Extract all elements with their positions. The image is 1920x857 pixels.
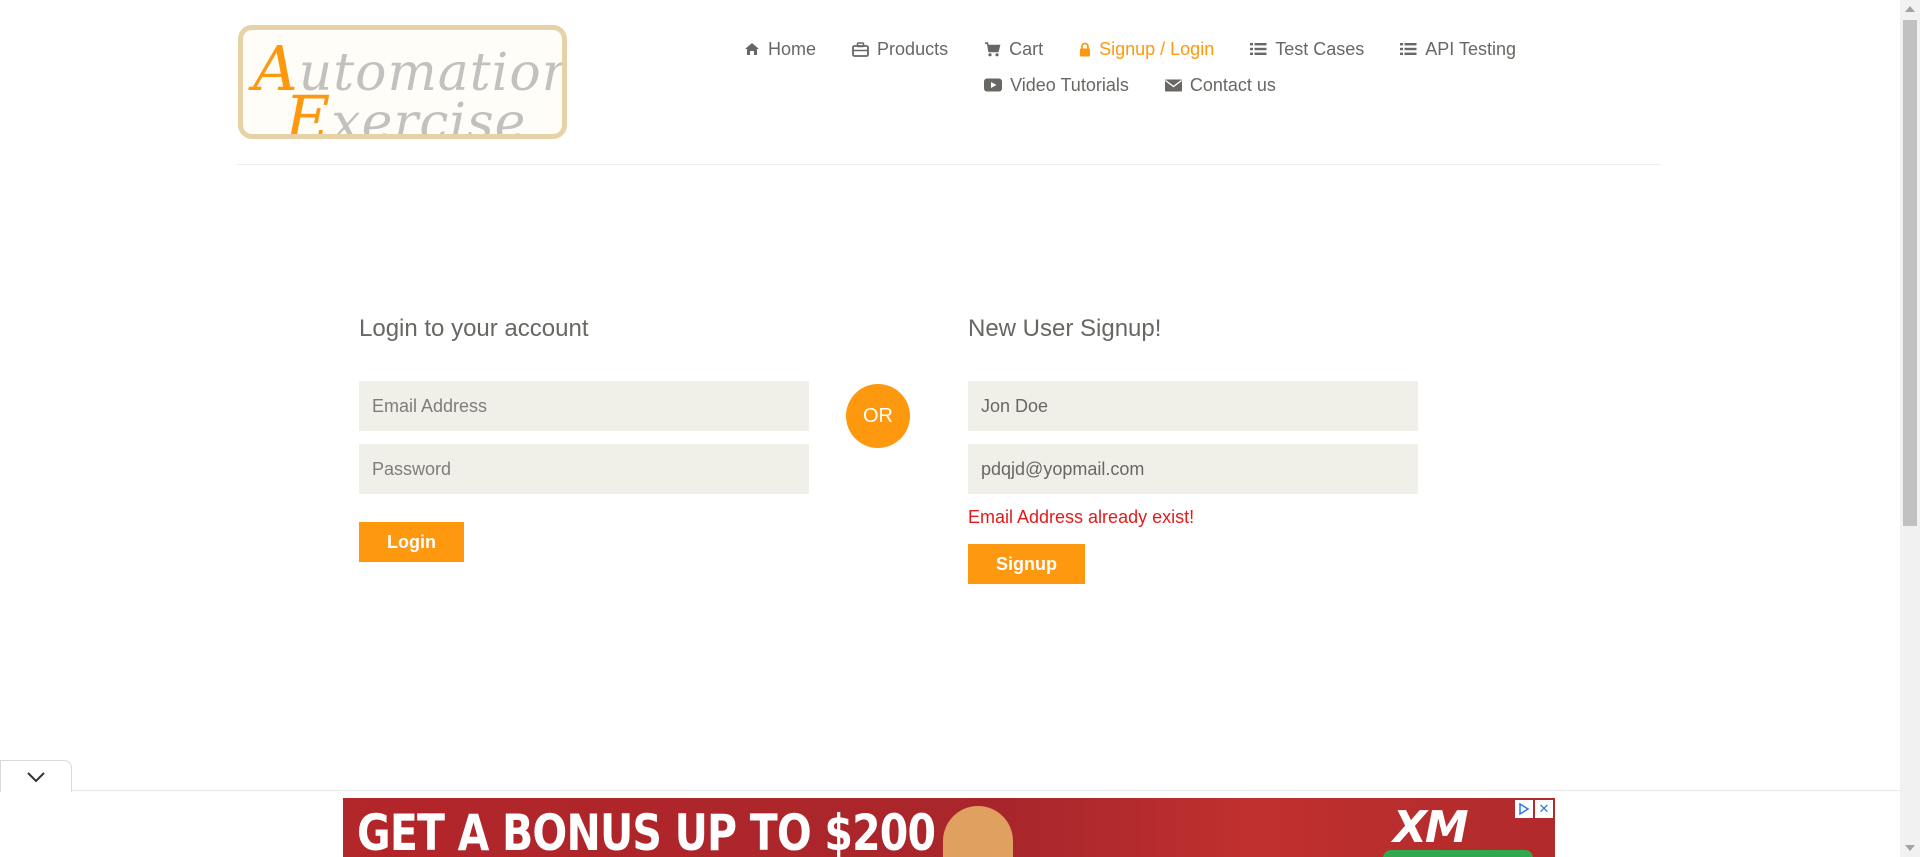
ad-controls: ✕ [1515, 800, 1553, 818]
login-button[interactable]: Login [359, 522, 464, 562]
list-icon [1250, 43, 1267, 55]
login-email-input[interactable]: Email Address [359, 381, 809, 431]
scroll-down-arrow-icon[interactable] [1905, 845, 1915, 851]
nav-label: Products [877, 38, 949, 59]
ad-banner[interactable]: GET A BONUS UP TO $200 XM ✕ [343, 798, 1555, 857]
login-form-title: Login to your account [359, 315, 589, 342]
header-divider [237, 164, 1661, 165]
nav-item-video-tutorials[interactable]: Video Tutorials [966, 73, 1147, 97]
signup-error-message: Email Address already exist! [968, 507, 1195, 527]
nav-row-2: Video Tutorials Contact us [740, 73, 1520, 97]
nav-label: Cart [1009, 38, 1044, 59]
ad-brand-logo: XM [1393, 802, 1469, 853]
nav-label: Test Cases [1275, 38, 1365, 59]
page-scrollbar[interactable] [1900, 0, 1920, 857]
ad-person-image [943, 806, 1013, 857]
signup-email-input[interactable]: pdqjd@yopmail.com [968, 444, 1418, 494]
scroll-up-arrow-icon[interactable] [1905, 6, 1915, 12]
logo-line-2: Exercise [285, 82, 527, 139]
nav-label: Home [768, 38, 817, 59]
nav-item-test-cases[interactable]: Test Cases [1232, 37, 1382, 61]
nav-label: API Testing [1425, 38, 1516, 59]
list-icon [1400, 43, 1417, 55]
signup-name-input[interactable]: Jon Doe [968, 381, 1418, 431]
envelope-icon [1164, 79, 1182, 91]
nav-item-api-testing[interactable]: API Testing [1382, 37, 1534, 61]
signup-form-title: New User Signup! [968, 315, 1162, 342]
ad-cta-strip [1383, 850, 1533, 857]
nav-item-signup-login[interactable]: Signup / Login [1061, 37, 1232, 61]
site-logo[interactable]: Automation Exercise [238, 25, 567, 139]
ad-collapse-toggle[interactable] [0, 760, 72, 792]
ad-close-button[interactable]: ✕ [1535, 800, 1553, 818]
nav-label: Signup / Login [1099, 38, 1215, 59]
signup-button[interactable]: Signup [968, 544, 1085, 584]
nav-label: Contact us [1189, 74, 1276, 95]
chevron-down-icon [27, 771, 45, 782]
cart-icon [985, 41, 1001, 56]
nav-label: Video Tutorials [1010, 74, 1129, 95]
adchoices-icon[interactable] [1515, 800, 1533, 818]
ad-headline: GET A BONUS UP TO $200 [357, 804, 936, 857]
lock-icon [1080, 42, 1091, 56]
briefcase-icon [852, 41, 869, 57]
nav-item-home[interactable]: Home [726, 37, 834, 61]
scrollbar-thumb[interactable] [1903, 20, 1917, 526]
or-divider: OR [846, 384, 910, 448]
youtube-play-icon [984, 78, 1003, 92]
login-password-input[interactable]: Password [359, 444, 809, 494]
main-nav: Home Products Cart Signup / Login Test C… [740, 37, 1520, 97]
nav-item-contact-us[interactable]: Contact us [1147, 73, 1294, 97]
home-icon [745, 43, 760, 55]
nav-row-1: Home Products Cart Signup / Login Test C… [740, 37, 1520, 61]
nav-item-products[interactable]: Products [834, 37, 966, 61]
nav-item-cart[interactable]: Cart [966, 37, 1061, 61]
